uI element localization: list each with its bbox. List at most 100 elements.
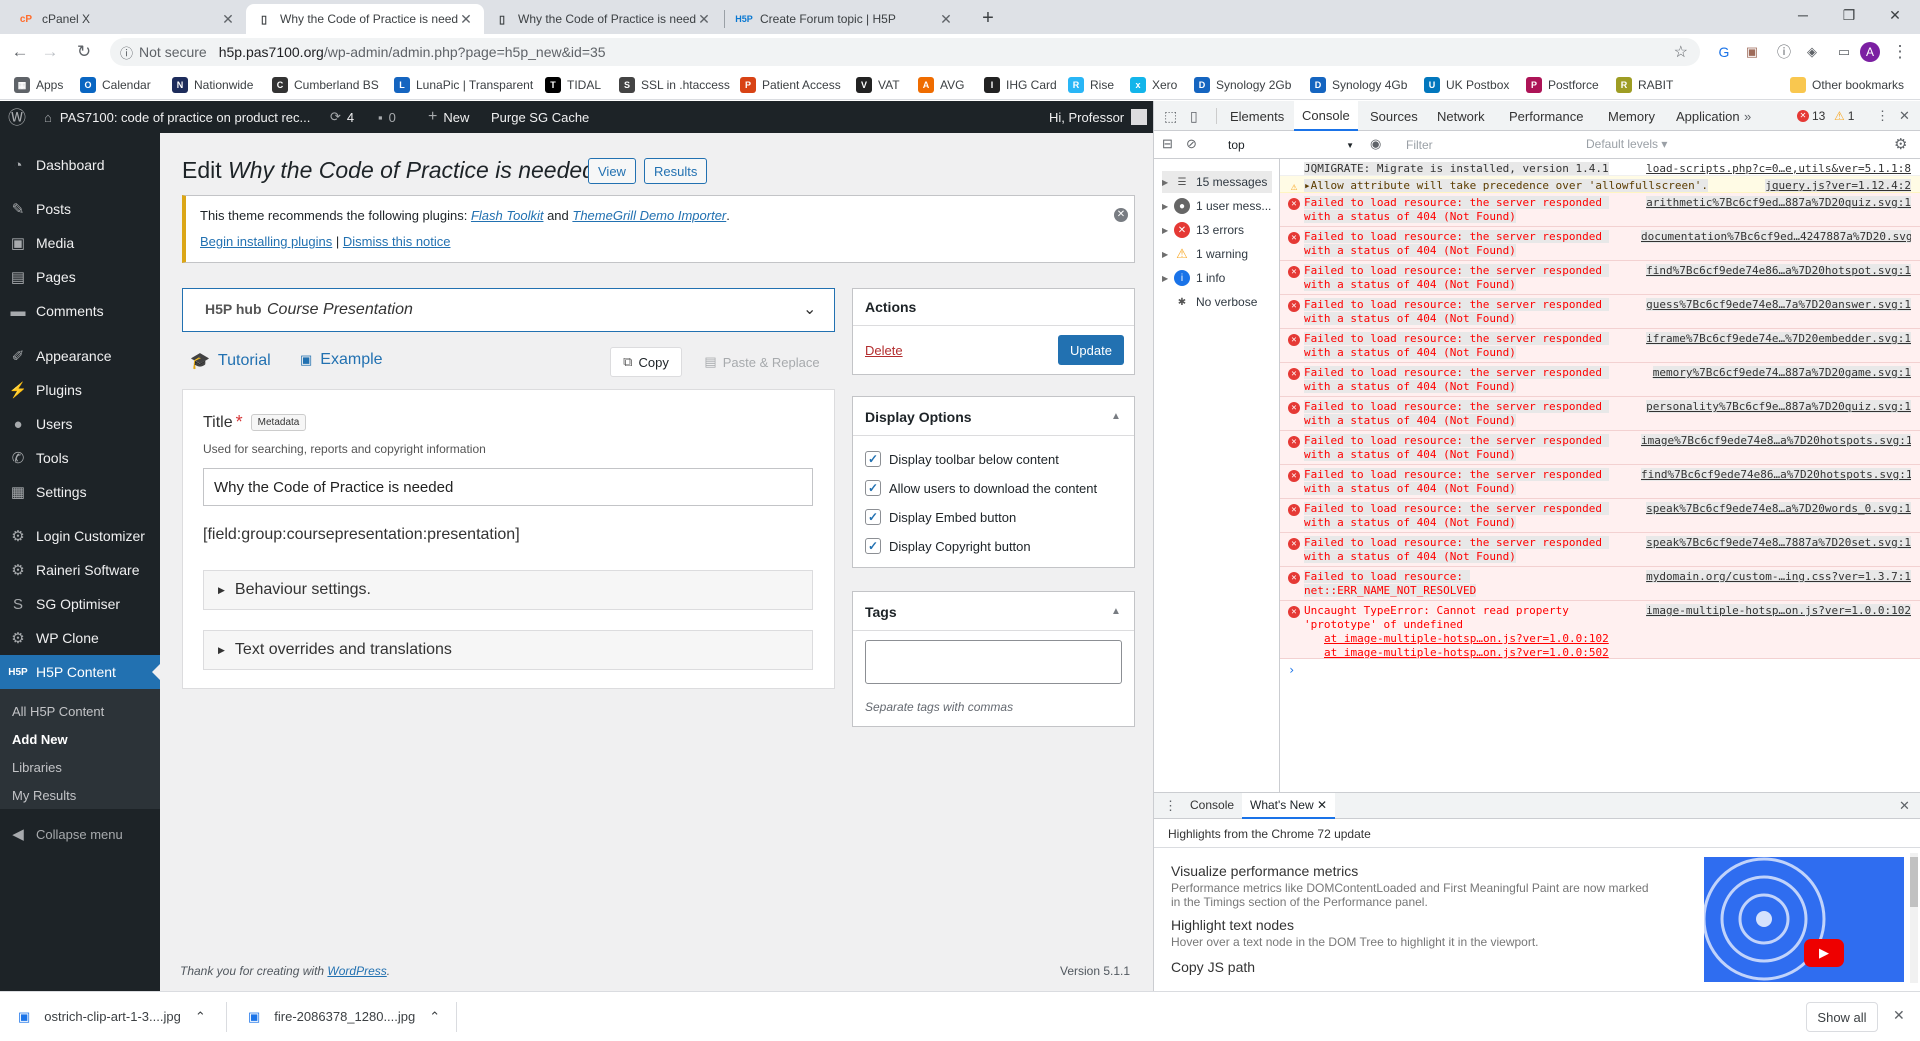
group-verbose[interactable]: ✱ No verbose [1162, 291, 1258, 313]
log-source-link[interactable]: find%7Bc6cf9ede74e86…a%7D20hotspot.svg:1 [1641, 264, 1911, 277]
browser-tab-h5p[interactable]: H5P Create Forum topic | H5P ✕ [726, 4, 964, 34]
group-messages[interactable]: ▶ ☰ 15 messages [1162, 171, 1272, 193]
stack-frame[interactable]: at image-multiple-hotsp…on.js?ver=1.0.0:… [1324, 646, 1609, 660]
log-source-link[interactable]: documentation%7Bc6cf9ed…4247887a%7D20.sv… [1641, 230, 1911, 243]
option-toolbar[interactable]: ✓ Display toolbar below content [865, 451, 1059, 467]
group-user-messages[interactable]: ▶ ● 1 user mess... [1162, 195, 1271, 217]
new-tab-icon[interactable]: + [976, 6, 1000, 30]
paste-replace-button[interactable]: ▤ Paste & Replace [692, 347, 832, 377]
tab-performance[interactable]: Performance [1509, 101, 1583, 131]
reload-icon[interactable]: ↻ [72, 40, 96, 64]
checkbox-checked[interactable]: ✓ [865, 538, 881, 554]
bookmark[interactable]: P Patient Access [740, 76, 841, 94]
sidebar-item-media[interactable]: ▣ Media [0, 226, 160, 260]
sidebar-item-appearance[interactable]: ✐ Appearance [0, 339, 160, 373]
submenu-my-results[interactable]: My Results [12, 788, 76, 803]
log-source-link[interactable]: personality%7Bc6cf9e…887a%7D20quiz.svg:1 [1641, 400, 1911, 413]
translate-icon[interactable]: G [1712, 40, 1736, 64]
chevron-up-icon[interactable]: ⌃ [195, 1009, 206, 1025]
clear-console-icon[interactable]: ⊘ [1186, 136, 1197, 152]
wordpress-logo-icon[interactable]: Ⓦ [8, 101, 26, 133]
log-source-link[interactable]: find%7Bc6cf9ede74e86…a%7D20hotspots.svg:… [1641, 468, 1911, 481]
collapse-arrow-icon[interactable]: ▲ [1111, 411, 1121, 422]
submenu-all-h5p[interactable]: All H5P Content [12, 704, 104, 719]
error-counter[interactable]: ✕ 13 [1797, 101, 1825, 131]
group-info[interactable]: ▶ i 1 info [1162, 267, 1225, 289]
close-devtools-icon[interactable]: ✕ [1899, 101, 1910, 131]
tab-memory[interactable]: Memory [1608, 101, 1655, 131]
themegrill-link[interactable]: ThemeGrill Demo Importer [572, 208, 726, 223]
browser-tab-active[interactable]: ▯ Why the Code of Practice is need ✕ [246, 4, 484, 34]
begin-installing-link[interactable]: Begin installing plugins [200, 234, 332, 249]
sidebar-item-posts[interactable]: ✎ Posts [0, 192, 160, 226]
view-button[interactable]: View [588, 158, 636, 184]
levels-select[interactable]: Default levels ▾ [1586, 137, 1667, 151]
sidebar-item-pages[interactable]: ▤ Pages [0, 260, 160, 294]
wordpress-link[interactable]: WordPress [327, 964, 386, 978]
bookmark[interactable]: V VAT [856, 76, 900, 94]
checkbox-checked[interactable]: ✓ [865, 451, 881, 467]
drawer-menu-icon[interactable]: ⋮ [1164, 798, 1177, 814]
context-select[interactable]: top ▼ [1224, 134, 1358, 156]
dismiss-icon[interactable]: ✕ [1114, 208, 1128, 222]
new-content-link[interactable]: + New [428, 101, 469, 133]
dismiss-notice-link[interactable]: Dismiss this notice [343, 234, 451, 249]
sidebar-item-raineri-software[interactable]: ⚙ Raineri Software [0, 553, 160, 587]
stack-frame[interactable]: at image-multiple-hotsp…on.js?ver=1.0.0:… [1324, 632, 1609, 646]
bookmark[interactable]: x Xero [1130, 76, 1177, 94]
drawer-tab-console[interactable]: Console [1190, 798, 1234, 812]
log-source-link[interactable]: arithmetic%7Bc6cf9ed…887a%7D20quiz.svg:1 [1641, 196, 1911, 209]
tab-application[interactable]: Application [1676, 101, 1740, 131]
other-bookmarks[interactable]: Other bookmarks [1790, 76, 1904, 94]
drawer-tab-whats-new[interactable]: What's New ✕ [1242, 793, 1336, 819]
log-source-link[interactable]: mydomain.org/custom-…ing.css?ver=1.3.7:1 [1641, 570, 1911, 583]
submenu-libraries[interactable]: Libraries [12, 760, 62, 775]
submenu-add-new[interactable]: Add New [12, 732, 68, 747]
log-source-link[interactable]: image-multiple-hotsp…on.js?ver=1.0.0:102 [1641, 604, 1911, 617]
cast-icon[interactable]: ▭ [1832, 40, 1856, 64]
delete-link[interactable]: Delete [865, 343, 903, 358]
log-source-link[interactable]: speak%7Bc6cf9ede74e8…7887a%7D20set.svg:1 [1641, 536, 1911, 549]
checkbox-checked[interactable]: ✓ [865, 480, 881, 496]
tab-network[interactable]: Network [1437, 101, 1485, 131]
eye-icon[interactable]: ◉ [1370, 136, 1381, 152]
bookmark[interactable]: S SSL in .htaccess [619, 76, 730, 94]
bookmark[interactable]: O Calendar [80, 76, 151, 94]
bookmark[interactable]: D Synology 2Gb [1194, 76, 1291, 94]
close-tab-icon[interactable]: ✕ [1317, 798, 1327, 812]
update-button[interactable]: Update [1058, 335, 1124, 365]
close-drawer-icon[interactable]: ✕ [1899, 798, 1910, 814]
log-source-link[interactable]: speak%7Bc6cf9ede74e8…a%7D20words_0.svg:1 [1641, 502, 1911, 515]
extension-icon[interactable]: ▣ [1740, 40, 1764, 64]
sidebar-item-plugins[interactable]: ⚡ Plugins [0, 373, 160, 407]
bookmark[interactable]: U UK Postbox [1424, 76, 1509, 94]
log-source-link[interactable]: iframe%7Bc6cf9ede74e…%7D20embedder.svg:1 [1641, 332, 1911, 345]
more-tabs-icon[interactable]: » [1744, 101, 1751, 131]
close-tab-icon[interactable]: ✕ [696, 11, 712, 28]
behaviour-settings-toggle[interactable]: ▶ Behaviour settings. [203, 570, 813, 610]
text-overrides-toggle[interactable]: ▶ Text overrides and translations [203, 630, 813, 670]
copy-button[interactable]: ⧉ Copy [610, 347, 682, 377]
sidebar-item-comments[interactable]: ▬ Comments [0, 294, 160, 328]
tags-textarea[interactable] [865, 640, 1122, 684]
example-link[interactable]: ▣ Example [300, 351, 383, 369]
option-copyright[interactable]: ✓ Display Copyright button [865, 538, 1031, 554]
minimize-icon[interactable]: ─ [1780, 0, 1826, 30]
bookmark[interactable]: R RABIT [1616, 76, 1673, 94]
log-source-link[interactable]: load-scripts.php?c=0…e,utils&ver=5.1.1:8 [1641, 162, 1911, 175]
checkbox-checked[interactable]: ✓ [865, 509, 881, 525]
collapse-menu[interactable]: ◀ Collapse menu [0, 817, 160, 851]
sidebar-item-sg-optimiser[interactable]: S SG Optimiser [0, 587, 160, 621]
sidebar-item-h5p-content[interactable]: H5P H5P Content [0, 655, 160, 689]
close-tab-icon[interactable]: ✕ [220, 11, 236, 28]
avatar[interactable]: A [1858, 40, 1882, 64]
account-menu[interactable]: Hi, Professor [1049, 101, 1148, 133]
browser-tab-cpanel[interactable]: cP cPanel X ✕ [8, 4, 246, 34]
log-source-link[interactable]: memory%7Bc6cf9ede74…887a%7D20game.svg:1 [1641, 366, 1911, 379]
scrollbar[interactable] [1910, 853, 1918, 983]
bookmark[interactable]: A AVG [918, 76, 964, 94]
bookmark[interactable]: C Cumberland BS [272, 76, 379, 94]
restore-icon[interactable]: ❐ [1826, 0, 1872, 30]
results-button[interactable]: Results [644, 158, 708, 184]
bookmark[interactable]: I IHG Card [984, 76, 1057, 94]
